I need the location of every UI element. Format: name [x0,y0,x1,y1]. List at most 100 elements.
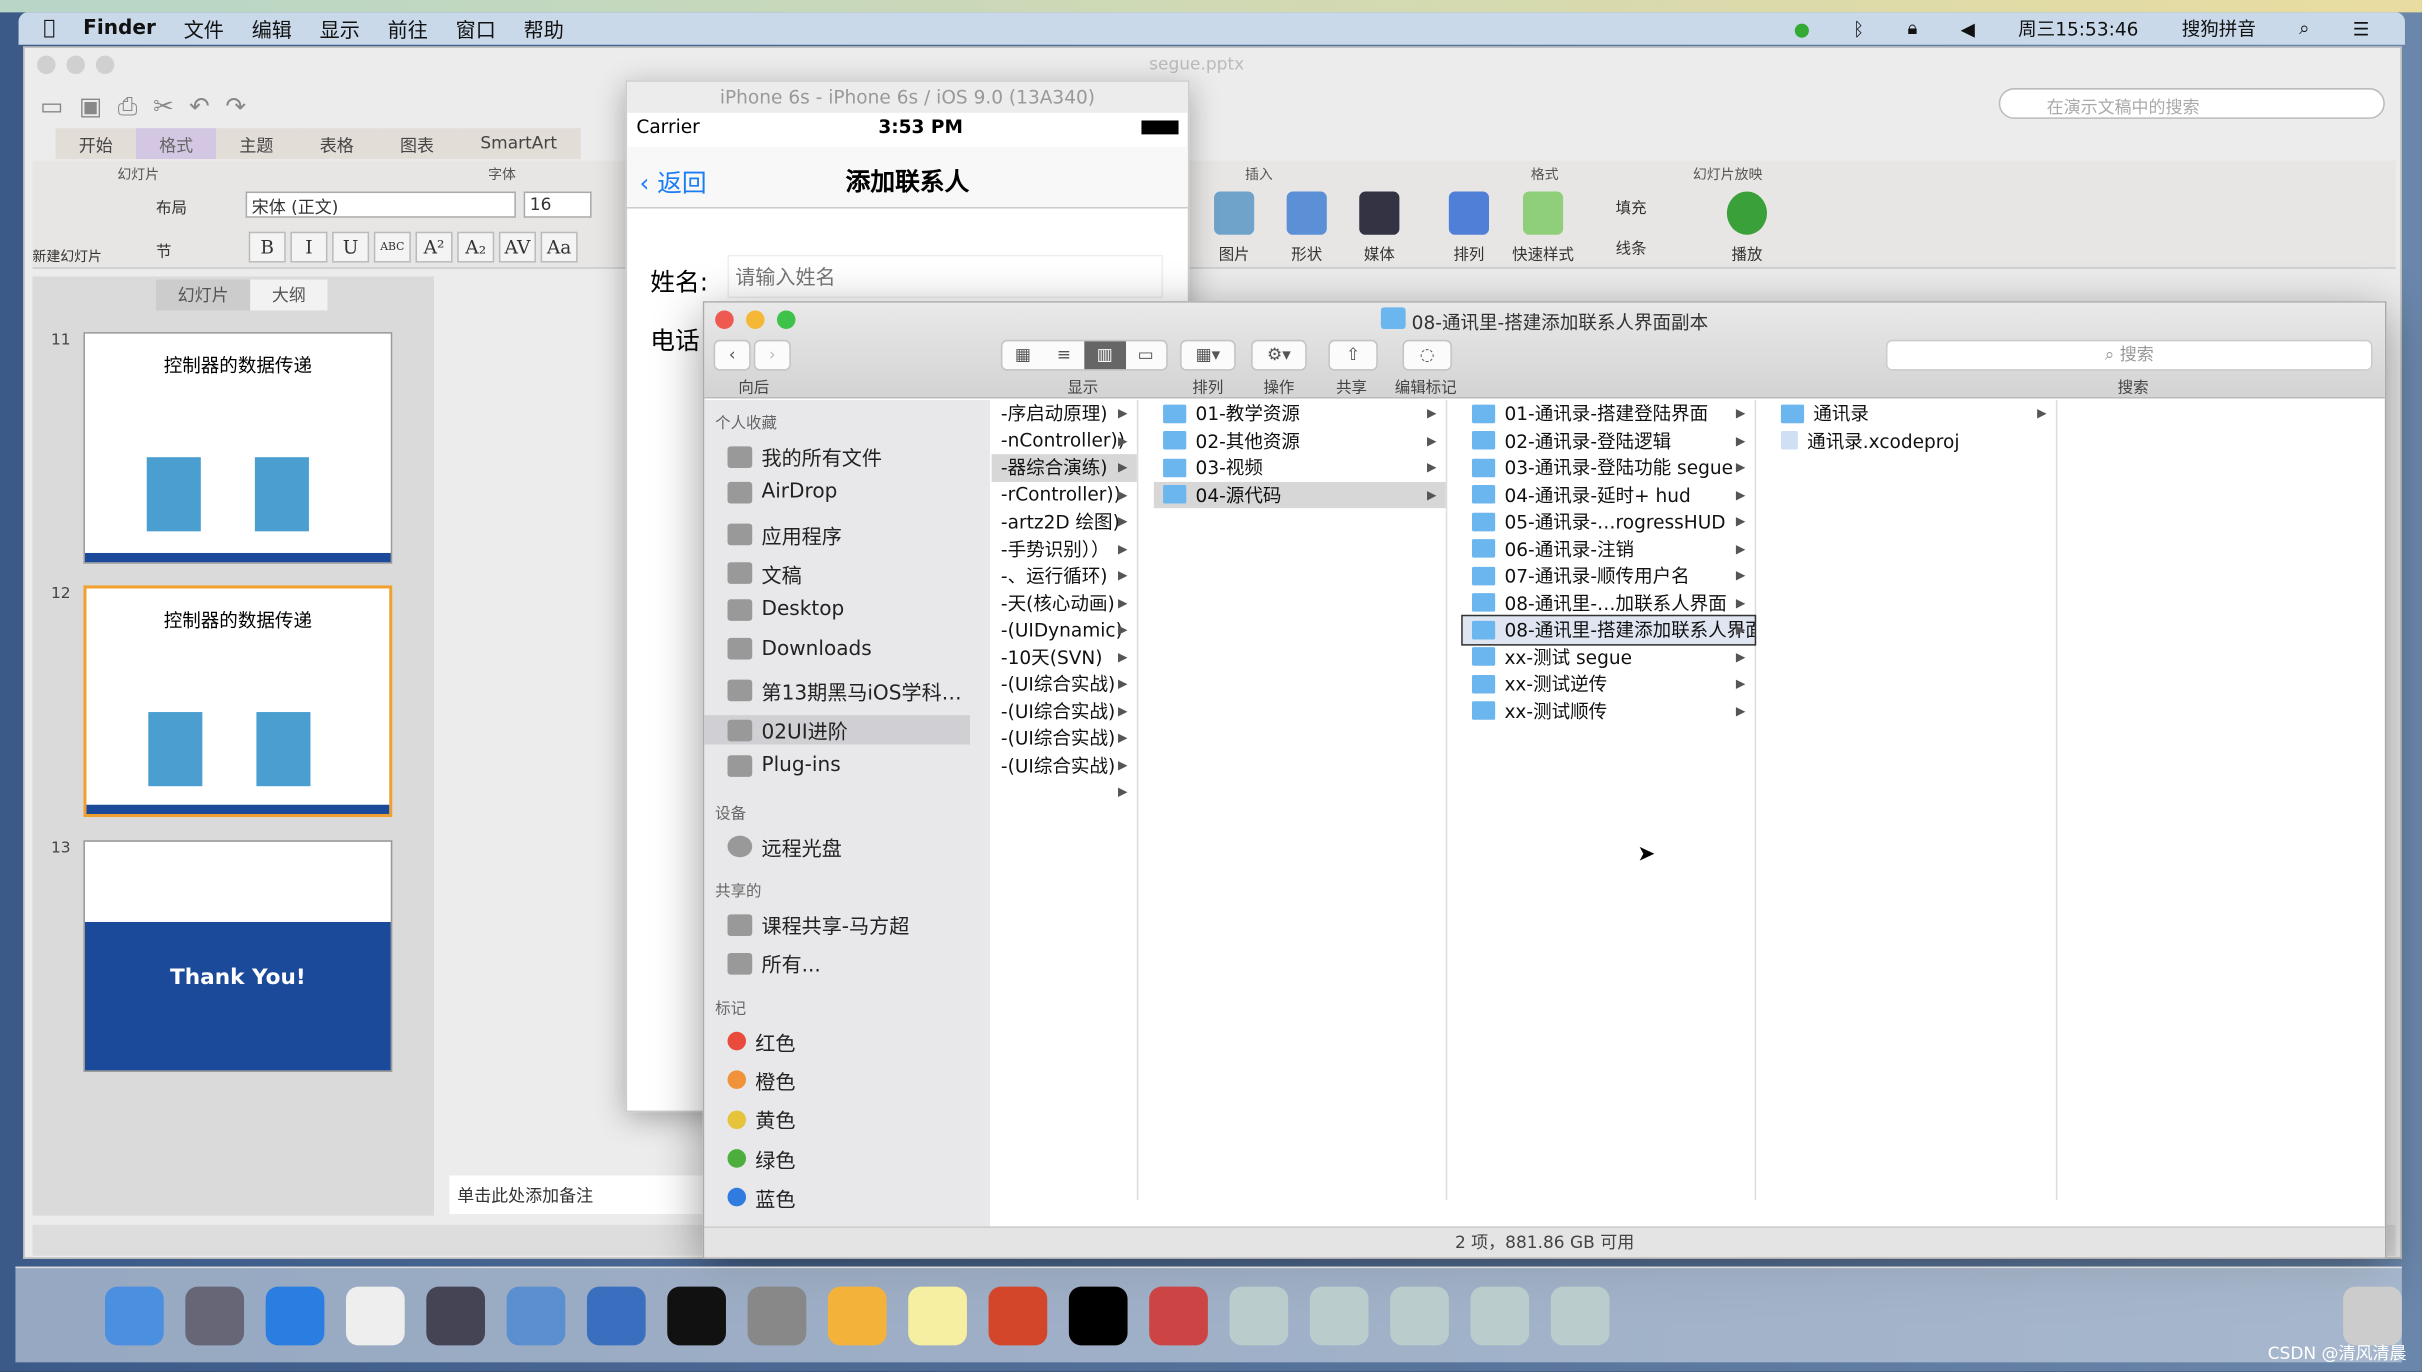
terminal-dock-icon[interactable] [667,1285,726,1345]
strikethrough-button[interactable]: ABC [373,231,411,263]
column-view-icon[interactable]: ▥ [1084,341,1126,370]
file-row[interactable]: -手势识别）） ▶ [992,535,1137,562]
console-dock-icon[interactable] [1068,1285,1128,1345]
sidebar-item[interactable]: 红色 [727,1027,975,1056]
file-row[interactable]: 04-通讯录-延时+ hud ▶ [1463,481,1755,508]
list-icon[interactable]: ☰ [2353,18,2370,40]
file-row[interactable]: -序启动原理) ▶ [992,400,1137,427]
file-row[interactable]: 01-通讯录-搭建登陆界面 ▶ [1463,400,1755,427]
tags-button[interactable]: ◌ [1402,339,1452,371]
instruments-dock-icon[interactable] [586,1285,646,1345]
search-icon[interactable]: ⌕ [2299,17,2309,40]
file-row[interactable]: 通讯录.xcodeproj [1772,427,2056,454]
lock-icon[interactable]: 🔒︎ [1908,17,1918,40]
finder-search[interactable]: ⌕ 搜索 [1885,339,2373,371]
finder-dock-icon[interactable] [105,1285,164,1345]
case-button[interactable]: Aa [540,231,578,263]
redo-icon[interactable]: ↷ [225,91,246,122]
powerpoint-dock-icon[interactable] [988,1285,1048,1345]
arrange-button[interactable]: ▦▾ [1180,339,1236,371]
file-row[interactable]: 01-教学资源 ▶ [1154,400,1446,427]
save-icon[interactable]: ▣ [79,91,102,122]
tab-outline[interactable]: 大纲 [250,279,328,311]
tab-slides[interactable]: 幻灯片 [156,279,251,311]
underline-button[interactable]: U [332,231,370,263]
minimized-window[interactable] [1390,1285,1449,1345]
name-input[interactable] [727,254,1164,299]
notes-field[interactable]: 单击此处添加备注 [449,1175,713,1215]
sidebar-item[interactable]: Plug-ins [727,754,975,778]
layout-button[interactable]: 布局 [156,195,187,218]
play-button[interactable]: 播放 [1716,191,1778,264]
bold-button[interactable]: B [248,231,286,263]
clock[interactable]: 周三15:53:46 [2018,15,2138,41]
file-row[interactable]: -(UI综合实战) ▶ [992,724,1137,751]
file-row[interactable]: -rController)) ▶ [992,481,1137,508]
slide-thumbnail[interactable]: 控制器的数据传递 [83,332,393,564]
menu-edit[interactable]: 编辑 [252,14,292,43]
shape-button[interactable]: 形状 [1276,191,1338,264]
new-icon[interactable]: ▭ [40,91,63,122]
minimized-window[interactable] [1550,1285,1610,1345]
file-row[interactable]: 04-源代码 ▶ [1153,481,1446,509]
sidebar-item[interactable]: 02UI进阶 [704,715,971,745]
sidebar-item[interactable]: 所有... [727,949,975,978]
sidebar-item[interactable]: 蓝色 [727,1183,975,1212]
file-row[interactable]: 03-通讯录-登陆功能 segue ▶ [1463,454,1755,481]
video-dock-icon[interactable] [1149,1285,1208,1345]
file-row[interactable]: 通讯录 ▶ [1772,400,2056,427]
share-button[interactable]: ⇧ [1328,339,1378,371]
menu-help[interactable]: 帮助 [524,14,564,43]
ime-label[interactable]: 搜狗拼音 [2182,15,2256,41]
sidebar-item[interactable]: 黄色 [727,1105,975,1134]
launchpad-dock-icon[interactable] [185,1285,245,1345]
file-row[interactable]: -器综合演练) ▶ [991,454,1137,482]
volume-icon[interactable]: ◀ [1961,18,1975,40]
presentation-search[interactable]: 在演示文稿中的搜索 [1998,88,2385,119]
font-name-select[interactable]: 宋体 (正文) [245,191,516,218]
file-row[interactable]: ▶ [992,778,1137,805]
tab-tables[interactable]: 表格 [296,128,377,160]
file-row[interactable]: 05-通讯录-…rogressHUD ▶ [1463,508,1755,535]
icon-view-icon[interactable]: ▦ [1002,341,1043,369]
sidebar-item[interactable]: 文稿 [727,559,975,588]
italic-button[interactable]: I [290,231,328,263]
menu-go[interactable]: 前往 [388,14,428,43]
file-row[interactable]: -(UIDynamic) ▶ [992,616,1137,643]
file-row[interactable]: -(UI综合实战) ▶ [992,751,1137,778]
superscript-button[interactable]: A² [415,231,453,263]
file-row[interactable]: -10天(SVN) ▶ [992,643,1137,670]
minimized-window[interactable] [1229,1285,1289,1345]
slide-thumbnail-selected[interactable]: 控制器的数据传递 [83,585,393,818]
media-button[interactable]: 媒体 [1348,191,1410,264]
file-row[interactable]: -、运行循环) ▶ [992,562,1137,589]
menu-view[interactable]: 显示 [320,14,360,43]
sidebar-item[interactable]: 第13期黑马iOS学科… [727,676,975,706]
window-controls[interactable] [37,55,115,75]
file-row[interactable]: 06-通讯录-注销 ▶ [1463,535,1755,562]
sketch-dock-icon[interactable] [827,1285,887,1345]
file-row[interactable]: -nController)) ▶ [992,427,1137,454]
file-row[interactable]: 07-通讯录-顺传用户名 ▶ [1463,562,1755,589]
sidebar-item[interactable]: Downloads [727,637,975,660]
back-button[interactable]: ‹ [713,339,751,371]
sidebar-item[interactable]: 绿色 [727,1144,975,1173]
new-slide-button[interactable]: 新建幻灯片 [32,246,102,265]
arrange-button[interactable]: 排列 [1438,191,1500,264]
file-row[interactable]: -artz2D 绘图) ▶ [992,508,1137,535]
apple-icon[interactable]:  [43,17,55,40]
quick-styles-button[interactable]: 快速样式 [1512,191,1574,264]
file-row[interactable]: -天(核心动画) ▶ [992,589,1137,616]
file-row[interactable]: -(UI综合实战) ▶ [992,670,1137,697]
tab-home[interactable]: 开始 [55,128,136,160]
file-row[interactable]: 08-通讯里-…加联系人界面 ▶ [1463,589,1755,616]
minimized-window[interactable] [1309,1285,1369,1345]
xcode-dock-icon[interactable] [506,1285,566,1345]
list-view-icon[interactable]: ≡ [1043,341,1084,369]
print-icon[interactable]: ⎙ [118,91,138,122]
sidebar-item[interactable]: 我的所有文件 [727,442,975,471]
keynote-dock-icon[interactable] [426,1285,486,1345]
slide-thumbnail[interactable]: Thank You! [83,840,393,1072]
menu-window[interactable]: 窗口 [456,14,496,43]
sidebar-item[interactable]: 远程光盘 [727,832,975,861]
